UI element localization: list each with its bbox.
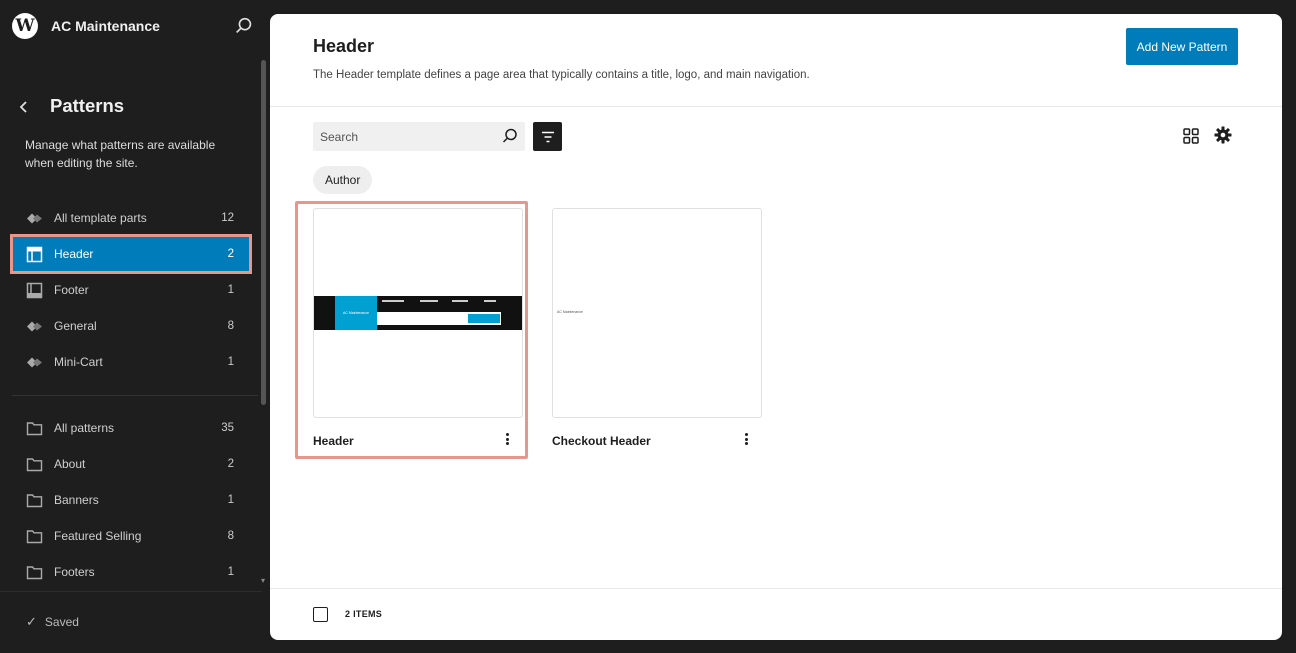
sidebar-item-count: 2 — [227, 248, 234, 260]
sidebar-item-label: All template parts — [54, 211, 147, 225]
sidebar-item-label: About — [54, 457, 86, 471]
folder-icon — [26, 456, 43, 473]
diamond-icon — [26, 318, 43, 335]
wordpress-logo-icon[interactable]: W — [12, 13, 38, 39]
more-options-icon[interactable] — [499, 430, 515, 448]
search-icon[interactable] — [233, 15, 255, 37]
sidebar-item-count: 1 — [227, 284, 234, 296]
add-new-pattern-button[interactable]: Add New Pattern — [1126, 28, 1238, 65]
pattern-categories-list: All patterns 35 About 2 Banners 1 Featur… — [12, 410, 250, 590]
sidebar-item-featured-selling[interactable]: Featured Selling 8 — [12, 518, 250, 554]
pattern-card-checkout-header[interactable]: AC Maintenance Checkout Header — [552, 208, 762, 448]
sidebar-item-footers[interactable]: Footers 1 — [12, 554, 250, 590]
sidebar-item-count: 12 — [221, 212, 234, 224]
sidebar-item-label: Featured Selling — [54, 529, 142, 543]
pattern-card-title[interactable]: Header — [313, 434, 354, 448]
sidebar-scrollbar[interactable] — [261, 60, 266, 405]
site-header: W AC Maintenance — [12, 12, 257, 40]
sidebar-item-label: Header — [54, 247, 94, 261]
preview-button — [468, 314, 500, 323]
sidebar-item-header[interactable]: Header 2 — [10, 234, 252, 274]
sidebar-item-all-patterns[interactable]: All patterns 35 — [12, 410, 250, 446]
main-panel: Header The Header template defines a pag… — [270, 14, 1282, 640]
more-options-icon[interactable] — [738, 430, 754, 448]
sidebar-item-banners[interactable]: Banners 1 — [12, 482, 250, 518]
sidebar-item-general[interactable]: General 8 — [12, 308, 250, 344]
header-divider — [270, 106, 1282, 107]
save-status: ✓ Saved — [26, 614, 79, 630]
page-title: Header — [313, 36, 375, 56]
items-count: 2 ITEMS — [345, 609, 383, 619]
sidebar-item-label: All patterns — [54, 421, 115, 435]
preview-text-line — [382, 300, 404, 302]
sidebar-item-count: 2 — [227, 458, 234, 470]
preview-text-line — [420, 300, 438, 302]
footer-icon — [26, 282, 43, 299]
folder-icon — [26, 420, 43, 437]
header-icon — [26, 246, 43, 263]
folder-icon — [26, 492, 43, 509]
search-icon[interactable] — [501, 127, 519, 145]
pattern-preview[interactable]: AC Maintenance — [313, 208, 523, 418]
gear-icon[interactable] — [1213, 125, 1233, 145]
save-status-label: Saved — [44, 615, 79, 629]
sidebar-description: Manage what patterns are available when … — [25, 138, 216, 170]
pattern-card-header[interactable]: AC Maintenance Header — [313, 208, 523, 448]
header-preview-bar: AC Maintenance — [314, 296, 522, 330]
site-title[interactable]: AC Maintenance — [51, 18, 160, 34]
grid-view-icon[interactable] — [1181, 126, 1201, 146]
sidebar-item-footer[interactable]: Footer 1 — [12, 272, 250, 308]
sidebar-item-count: 1 — [227, 356, 234, 368]
sidebar-footer-divider — [0, 591, 262, 592]
template-parts-list: All template parts 12 Header 2 Footer 1 … — [10, 200, 252, 380]
sidebar-item-label: Footers — [54, 565, 95, 579]
footer-divider — [270, 588, 1282, 589]
pattern-preview[interactable]: AC Maintenance — [552, 208, 762, 418]
page-description: The Header template defines a page area … — [313, 69, 810, 81]
folder-icon — [26, 528, 43, 545]
author-filter-chip[interactable]: Author — [313, 166, 373, 194]
sidebar-item-label: Footer — [54, 283, 89, 297]
pattern-card-title[interactable]: Checkout Header — [552, 434, 651, 448]
sidebar-item-count: 1 — [227, 494, 234, 506]
sidebar-item-count: 1 — [227, 566, 234, 578]
select-all-checkbox[interactable] — [313, 607, 328, 622]
sidebar-item-mini-cart[interactable]: Mini-Cart 1 — [12, 344, 250, 380]
sidebar-item-count: 8 — [227, 530, 234, 542]
sidebar-title: Patterns — [50, 95, 125, 116]
checkmark-icon: ✓ — [26, 614, 37, 629]
preview-text-line — [484, 300, 496, 302]
sidebar-item-label: General — [54, 319, 97, 333]
filter-button[interactable] — [533, 122, 562, 151]
diamond-icon — [26, 210, 43, 227]
scroll-down-arrow-icon[interactable]: ▾ — [261, 576, 265, 585]
sidebar-item-all-template-parts[interactable]: All template parts 12 — [12, 200, 250, 236]
preview-text-line — [452, 300, 468, 302]
sidebar-item-count: 35 — [221, 422, 234, 434]
sidebar-divider — [12, 395, 258, 396]
sidebar-item-label: Banners — [54, 493, 99, 507]
folder-icon — [26, 564, 43, 581]
diamond-icon — [26, 354, 43, 371]
sidebar-item-count: 8 — [227, 320, 234, 332]
preview-text: AC Maintenance — [557, 310, 583, 314]
sidebar: W AC Maintenance Patterns Manage what pa… — [0, 0, 270, 653]
sidebar-item-label: Mini-Cart — [54, 355, 103, 369]
sidebar-item-about[interactable]: About 2 — [12, 446, 250, 482]
filter-icon — [541, 131, 554, 142]
preview-logo: AC Maintenance — [335, 296, 377, 330]
back-chevron-icon[interactable] — [14, 96, 34, 118]
search-input[interactable] — [320, 129, 490, 144]
search-box — [313, 122, 525, 151]
